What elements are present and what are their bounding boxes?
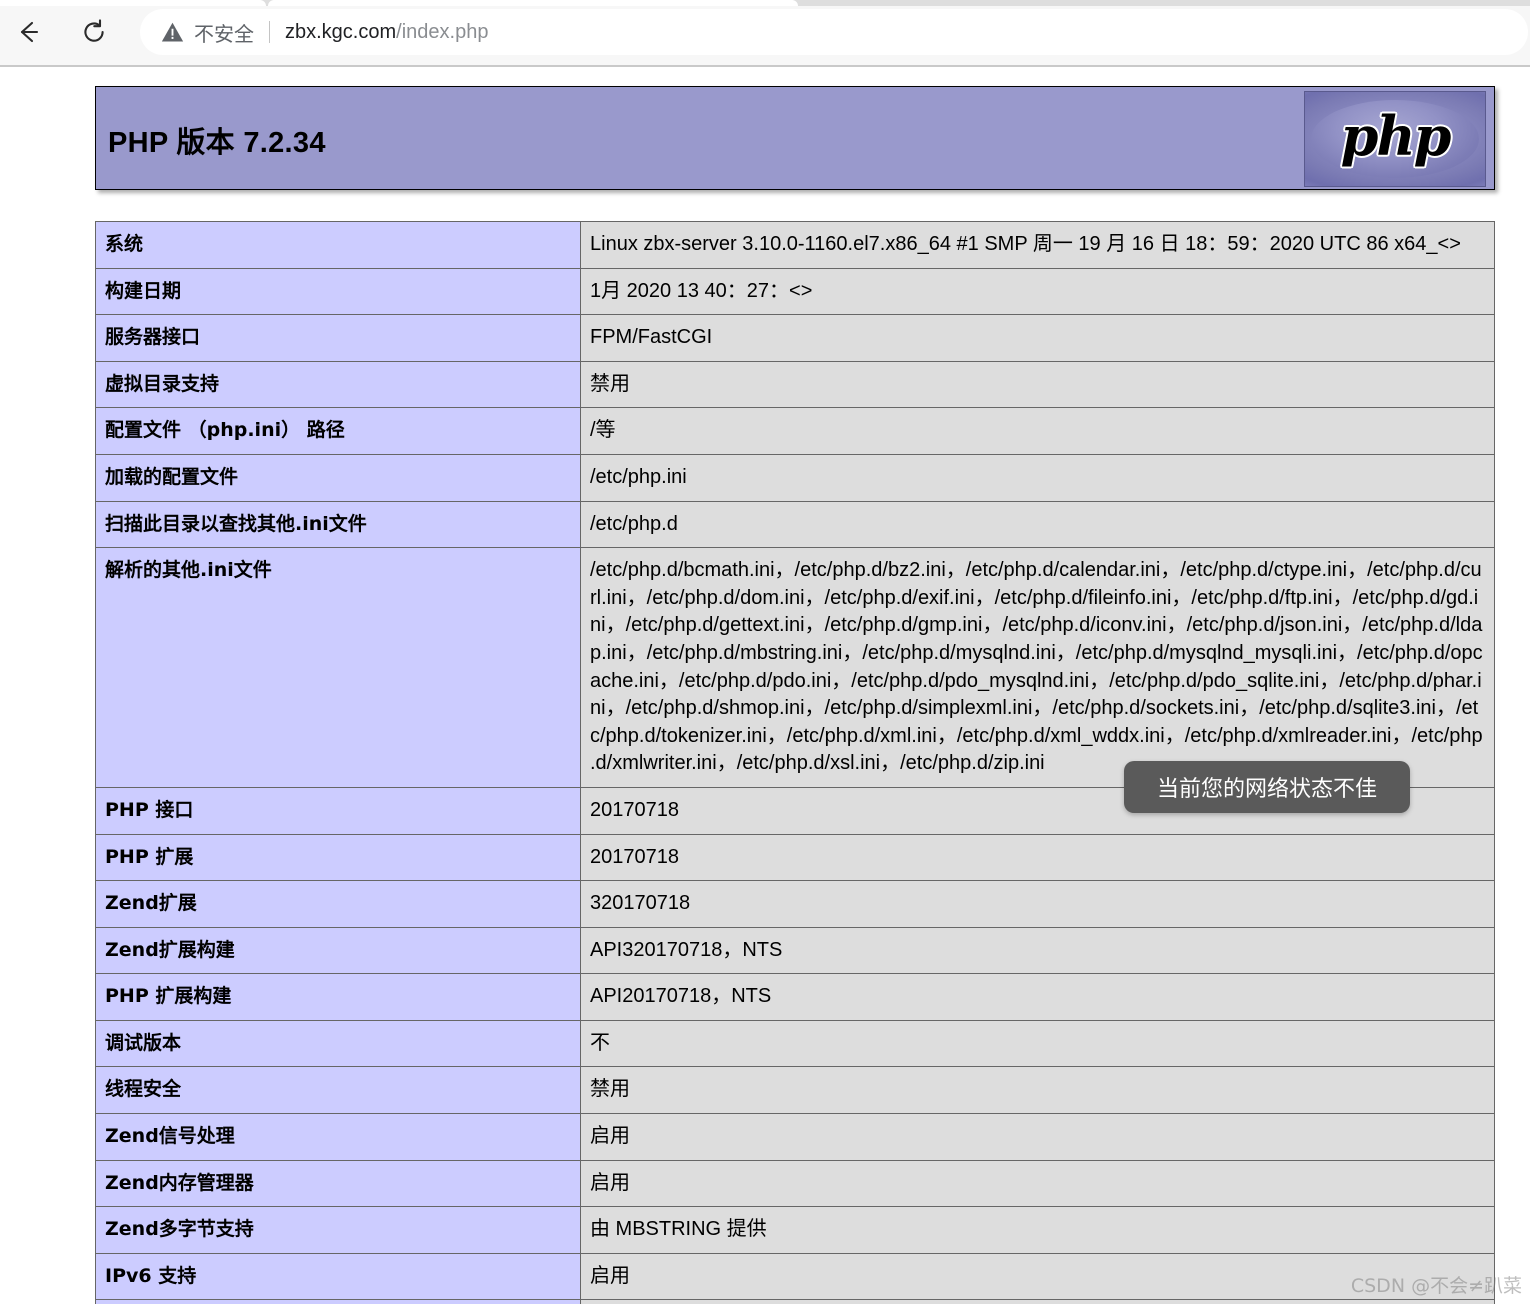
browser-chrome: 不安全 zbx.kgc.com/index.php [0,0,1530,67]
table-cell-key: PHP 扩展构建 [95,973,581,1021]
table-cell-value: 1月 2020 13 40：27：<> [580,267,1495,316]
table-row: Zend扩展 320170718 [95,880,1495,928]
table-cell-value: 由 MBSTRING 提供 [580,1206,1495,1254]
address-bar[interactable]: 不安全 zbx.kgc.com/index.php [140,9,1528,55]
warning-triangle-icon [161,22,184,41]
table-cell-key: 解析的其他.ini文件 [95,547,581,788]
table-cell-key: 调试版本 [95,1019,581,1068]
table-cell-value: /etc/php.ini [580,453,1495,502]
table-row: 构建日期 1月 2020 13 40：27：<> [95,267,1495,316]
table-cell-value: 禁用 [580,360,1495,409]
table-row: Zend内存管理器 启用 [95,1159,1495,1208]
table-row: PHP 扩展构建 API20170718，NTS [95,973,1495,1021]
browser-tab-background[interactable] [0,0,266,6]
url-path: /index.php [396,20,489,43]
table-cell-value: 不 [580,1019,1495,1068]
table-row: PHP 扩展 20170718 [95,833,1495,882]
table-cell-key: 构建日期 [95,267,581,316]
browser-tab-active[interactable] [268,0,798,6]
table-cell-value: /等 [580,407,1495,455]
table-row: 解析的其他.ini文件/etc/php.d/bcmath.ini，/etc/ph… [95,547,1495,788]
table-cell-value: FPM/FastCGI [580,314,1495,362]
table-cell-key: 系统 [95,221,581,269]
table-row: IPv6 支持 启用 [95,1252,1495,1301]
table-cell-key: PHP 接口 [95,786,581,835]
table-row: 调试版本不 [95,1019,1495,1068]
back-button[interactable] [8,12,48,52]
url-text: zbx.kgc.com/index.php [285,21,488,44]
php-logo: php [1304,91,1486,187]
table-cell-value: /etc/php.d [580,500,1495,549]
network-status-toast-text: 当前您的网络状态不佳 [1156,777,1377,802]
page-title: PHP 版本 7.2.34 [108,127,326,159]
table-row: Zend信号处理 启用 [95,1113,1495,1161]
tab-strip [0,0,1530,6]
table-cell-key: Zend内存管理器 [95,1159,581,1208]
table-cell-key: Zend扩展 [95,880,581,928]
page-viewport: PHP 版本 7.2.34 php 系统 Linux zbx-server 3.1… [0,67,1530,1304]
table-row: 系统 Linux zbx-server 3.10.0-1160.el7.x86_6… [95,221,1495,269]
reload-icon [84,19,104,42]
security-status[interactable]: 不安全 [160,18,254,47]
table-row: 加载的配置文件/etc/php.ini [95,453,1495,502]
table-cell-key: 配置文件 （php.ini） 路径 [95,407,581,455]
table-cell-key: DTrace 支持 [95,1299,581,1304]
table-cell-value: /etc/php.d/bcmath.ini，/etc/php.d/bz2.ini… [580,547,1495,788]
table-cell-key: PHP 扩展 [95,833,581,882]
table-row: 配置文件 （php.ini） 路径/等 [95,407,1495,455]
table-cell-key: 加载的配置文件 [95,453,581,502]
table-row: DTrace 支持可用，已禁用 [95,1299,1495,1304]
table-cell-key: 服务器接口 [95,314,581,362]
table-cell-value: API20170718，NTS [580,973,1495,1021]
table-cell-value: 320170718 [580,880,1495,928]
table-cell-key: 扫描此目录以查找其他.ini文件 [95,500,581,549]
php-logo-ellipse: php [1311,100,1479,178]
table-cell-key: IPv6 支持 [95,1252,581,1301]
reload-button[interactable] [74,12,114,52]
network-status-toast: 当前您的网络状态不佳 [1124,761,1410,813]
table-cell-key: Zend多字节支持 [95,1206,581,1254]
table-cell-value: API320170718，NTS [580,926,1495,975]
url-host: zbx.kgc.com [285,20,397,43]
table-cell-key: 线程安全 [95,1066,581,1115]
table-cell-value: 可用，已禁用 [580,1299,1495,1304]
table-cell-key: 虚拟目录支持 [95,360,581,409]
php-logo-text: php [1340,104,1452,168]
table-cell-value: 启用 [580,1252,1495,1301]
table-cell-value: 启用 [580,1159,1495,1208]
table-row: 服务器接口 FPM/FastCGI [95,314,1495,362]
table-row: 扫描此目录以查找其他.ini文件/etc/php.d [95,500,1495,549]
table-row: 线程安全 禁用 [95,1066,1495,1115]
phpinfo-header-banner: PHP 版本 7.2.34 php [95,86,1495,190]
table-cell-value: 20170718 [580,833,1495,882]
omnibox-divider [269,21,270,43]
table-cell-value: 启用 [580,1113,1495,1161]
table-cell-key: Zend扩展构建 [95,926,581,975]
not-secure-label: 不安全 [194,21,254,46]
table-row: Zend扩展构建 API320170718，NTS [95,926,1495,975]
table-row: 虚拟目录支持 禁用 [95,360,1495,409]
back-arrow-icon [20,21,39,43]
table-cell-key: Zend信号处理 [95,1113,581,1161]
table-cell-value: 禁用 [580,1066,1495,1115]
table-cell-value: Linux zbx-server 3.10.0-1160.el7.x86_64 … [580,221,1495,269]
table-row: Zend多字节支持由 MBSTRING 提供 [95,1206,1495,1254]
